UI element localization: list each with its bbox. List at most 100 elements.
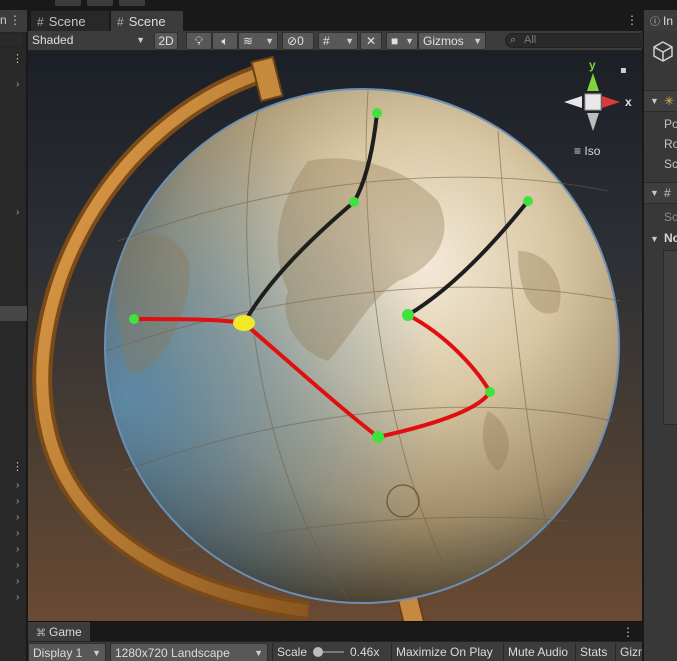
inspector-panel: ⓘ In ▼ ✳ Po Ro Sc ▼ # Sc ▼ No (643, 10, 677, 661)
route-node (523, 196, 533, 206)
kebab-menu-icon[interactable]: ⋮ (12, 54, 23, 65)
transform-row-position: Po (664, 117, 677, 131)
hierarchy-selected-row[interactable] (0, 306, 27, 321)
hierarchy-panel: n ⋮ ⋮ › › ⋮ › › › › › › › › (0, 10, 27, 661)
scale-value: 0.46x (350, 645, 380, 659)
script-field-label: Sc (664, 210, 677, 224)
window-stub (119, 0, 145, 6)
route-node (372, 108, 382, 118)
tab-label: Scene (128, 14, 166, 29)
chevron-down-icon: ▼ (473, 36, 482, 46)
route-node (129, 314, 139, 324)
gizmo-axis-y: y (589, 58, 596, 72)
globe-stand-top-cap (250, 55, 284, 103)
search-icon: ⌕ (510, 34, 517, 46)
scale-label: Scale (272, 643, 312, 661)
expand-arrow-icon[interactable]: › (16, 545, 19, 555)
hierarchy-tab[interactable]: n ⋮ (0, 10, 27, 32)
hidden-count: 0 (297, 34, 304, 48)
route-node (485, 387, 495, 397)
scene-viewport[interactable]: y x ▪ ≡ Iso (28, 51, 642, 621)
kebab-menu-icon[interactable]: ⋮ (12, 462, 23, 473)
hierarchy-tab-label: n (0, 13, 7, 27)
gizmo-axis-x: x (625, 95, 632, 109)
gizmos-label: Gizmos (423, 34, 464, 48)
display-label: Display 1 (33, 646, 83, 660)
stats-toggle[interactable]: Stats (575, 643, 613, 661)
expand-arrow-icon[interactable]: › (16, 577, 19, 587)
grid-icon: # (117, 15, 124, 29)
mute-audio-toggle[interactable]: Mute Audio (503, 643, 573, 661)
top-strip (0, 0, 677, 10)
eye-slash-icon: ⊘ (287, 34, 298, 48)
gizmos-dropdown[interactable]: Gizmos ▼ (418, 32, 486, 50)
shading-mode-label: Shaded (32, 33, 74, 47)
scene-tab-bar: # Scene # Scene ⋮ (28, 10, 642, 31)
effects-dropdown[interactable]: ≋ ▼ (238, 32, 278, 50)
chevron-down-icon: ▼ (265, 36, 274, 46)
kebab-menu-icon[interactable]: ⋮ (9, 14, 21, 26)
audio-toggle-button[interactable]: 🔈︎ (212, 32, 238, 50)
2d-toggle-button[interactable]: 2D (154, 32, 178, 50)
foldout-arrow-icon: ▼ (650, 96, 659, 106)
display-dropdown[interactable]: Display 1 ▼ (28, 643, 106, 661)
transform-header[interactable]: ▼ ✳ (644, 90, 677, 112)
chevron-down-icon: ▼ (405, 36, 414, 46)
game-toolbar: Display 1 ▼ 1280x720 Landscape ▼ Scale 0… (28, 641, 642, 661)
scale-slider-knob[interactable] (313, 647, 323, 657)
search-placeholder: All (524, 34, 537, 46)
lightbulb-icon: 💡︎ (194, 34, 204, 48)
expand-arrow-icon[interactable]: › (16, 481, 19, 491)
camera-icon: ■ (391, 34, 399, 48)
kebab-menu-icon[interactable]: ⋮ (622, 625, 634, 639)
script-hash-icon: # (664, 186, 671, 200)
menu-lines-icon: ≡ (574, 144, 582, 158)
hierarchy-search-input[interactable] (0, 33, 24, 47)
grid-snapping-dropdown[interactable]: # ▼ (318, 32, 358, 50)
window-stub (87, 0, 113, 6)
cube-icon (653, 41, 673, 62)
inspector-tab[interactable]: ⓘ In (644, 10, 677, 31)
maximize-on-play-toggle[interactable]: Maximize On Play (391, 643, 501, 661)
info-icon: ⓘ (650, 17, 660, 28)
script-component-header[interactable]: ▼ # (644, 182, 677, 204)
tab-game[interactable]: ⌘ Game (28, 622, 90, 642)
expand-arrow-icon[interactable]: › (16, 593, 19, 603)
route-node-selected (233, 315, 255, 331)
scene-render: y x ▪ (32, 55, 632, 621)
foldout-arrow-icon[interactable]: ▼ (650, 234, 659, 244)
tools-icon: ✕ (365, 34, 377, 48)
scene-visibility-button[interactable]: ⊘0 (282, 32, 314, 50)
resolution-dropdown[interactable]: 1280x720 Landscape ▼ (110, 643, 268, 661)
chevron-down-icon: ▼ (136, 35, 145, 45)
expand-arrow-icon[interactable]: › (16, 561, 19, 571)
projection-label: Iso (584, 144, 601, 158)
grid-snap-icon: # (323, 34, 330, 48)
expand-arrow-icon[interactable]: › (16, 208, 19, 218)
inspector-tab-label: In (663, 14, 674, 28)
expand-arrow-icon[interactable]: › (16, 529, 19, 539)
route-node (402, 309, 414, 321)
shading-mode-dropdown[interactable]: Shaded ▼ (28, 32, 148, 50)
grid-icon: # (37, 15, 44, 29)
chevron-down-icon: ▼ (254, 648, 263, 658)
expand-arrow-icon[interactable]: › (16, 513, 19, 523)
lighting-toggle-button[interactable]: 💡︎ (186, 32, 212, 50)
kebab-menu-icon[interactable]: ⋮ (626, 14, 638, 26)
2d-label: 2D (158, 34, 174, 48)
projection-toggle[interactable]: ≡ Iso (574, 144, 600, 158)
expand-arrow-icon[interactable]: › (16, 497, 19, 507)
tools-button[interactable]: ✕ (360, 32, 382, 50)
transform-row-rotation: Ro (664, 137, 677, 151)
list-container[interactable] (663, 250, 677, 425)
list-field-label: No (664, 231, 677, 245)
expand-arrow-icon[interactable]: › (16, 80, 19, 90)
chevron-down-icon: ▼ (345, 36, 354, 46)
gizmos-toggle[interactable]: Gizm (615, 643, 642, 661)
layers-icon: ≋ (243, 34, 254, 48)
game-tab-label: Game (49, 625, 82, 639)
foldout-arrow-icon: ▼ (650, 188, 659, 198)
tab-scene-2[interactable]: # Scene (110, 10, 184, 31)
camera-dropdown[interactable]: ■ ▼ (386, 32, 418, 50)
tab-scene-1[interactable]: # Scene (30, 10, 110, 31)
